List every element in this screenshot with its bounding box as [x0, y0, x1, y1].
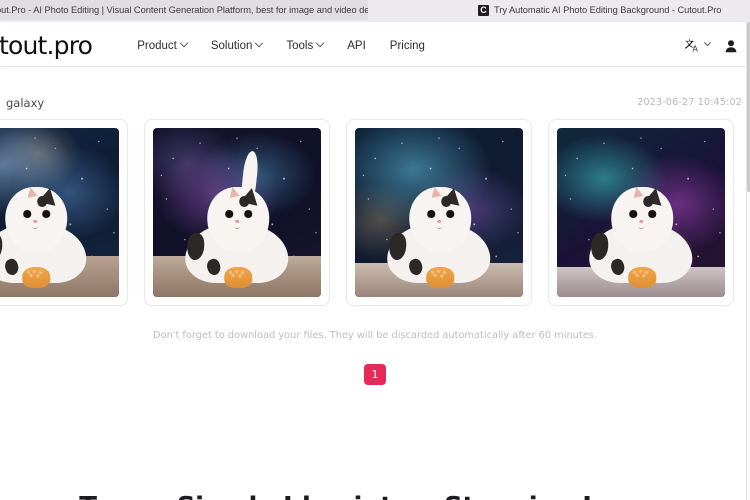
result-image[interactable] [557, 128, 725, 297]
job-name-label: galaxy [6, 95, 45, 110]
result-image[interactable] [355, 128, 523, 297]
result-card[interactable] [346, 119, 532, 306]
nav-item-solution[interactable]: Solution [210, 38, 264, 52]
result-card[interactable] [0, 119, 128, 306]
cutout-favicon-icon: C [478, 4, 489, 16]
site-header: cutout.pro Product Solution Tools API Pr… [0, 25, 750, 67]
svg-text:A: A [693, 45, 699, 54]
cat-subject [183, 150, 291, 288]
nav-item-product-label: Product [137, 39, 177, 52]
header-actions: 文 A [685, 38, 750, 53]
job-timestamp: 2023-06-27 10:45:02 [637, 97, 742, 108]
chevron-down-icon [703, 39, 712, 47]
nav-item-product[interactable]: Product [137, 38, 189, 52]
language-switcher[interactable]: 文 A [685, 38, 712, 54]
nav-item-api[interactable]: API [347, 40, 366, 52]
user-avatar-icon[interactable] [724, 39, 738, 53]
chevron-down-icon [316, 38, 325, 47]
main-content: galaxy 2023-06-27 10:45:02 Don't forget … [0, 67, 750, 385]
promo-section-heading: Turn a Simple Idea into a Stunning Image [0, 492, 750, 500]
browser-tab-title: out.Pro - AI Photo Editing | Visual Cont… [0, 5, 368, 15]
nav-item-api-label: API [347, 39, 366, 52]
results-grid [0, 111, 750, 306]
nav-item-solution-label: Solution [210, 39, 253, 52]
browser-tab-secondary[interactable]: C Try Automatic AI Photo Editing Backgro… [478, 0, 721, 20]
result-card[interactable] [144, 119, 330, 306]
cat-subject [385, 179, 493, 288]
cat-subject [0, 179, 89, 288]
expiry-notice: Don't forget to download your files. The… [153, 330, 597, 341]
pagination-page-1[interactable]: 1 [364, 364, 386, 385]
nav-item-pricing-label: Pricing [389, 39, 425, 52]
job-meta-row: galaxy 2023-06-27 10:45:02 [0, 67, 750, 111]
chevron-down-icon [179, 38, 189, 47]
page-scrollbar[interactable] [746, 22, 750, 500]
browser-tab-bar: out.Pro - AI Photo Editing | Visual Cont… [0, 0, 750, 22]
translate-icon: 文 A [685, 38, 699, 54]
nav-item-tools[interactable]: Tools [286, 38, 325, 52]
nav-item-pricing[interactable]: Pricing [390, 40, 425, 52]
cat-subject [587, 179, 695, 288]
result-image[interactable] [0, 128, 119, 297]
pagination: 1 [0, 341, 750, 385]
site-logo[interactable]: cutout.pro [0, 31, 93, 60]
browser-tab-secondary-title: Try Automatic AI Photo Editing Backgroun… [494, 5, 722, 15]
result-card[interactable] [548, 119, 734, 306]
nav-item-tools-label: Tools [286, 39, 314, 52]
browser-tab-active[interactable]: out.Pro - AI Photo Editing | Visual Cont… [0, 0, 368, 20]
result-image[interactable] [153, 128, 321, 297]
chevron-down-icon [255, 38, 264, 47]
main-nav: Product Solution Tools API Pricing [137, 38, 425, 52]
page-root: out.Pro - AI Photo Editing | Visual Cont… [0, 0, 750, 500]
